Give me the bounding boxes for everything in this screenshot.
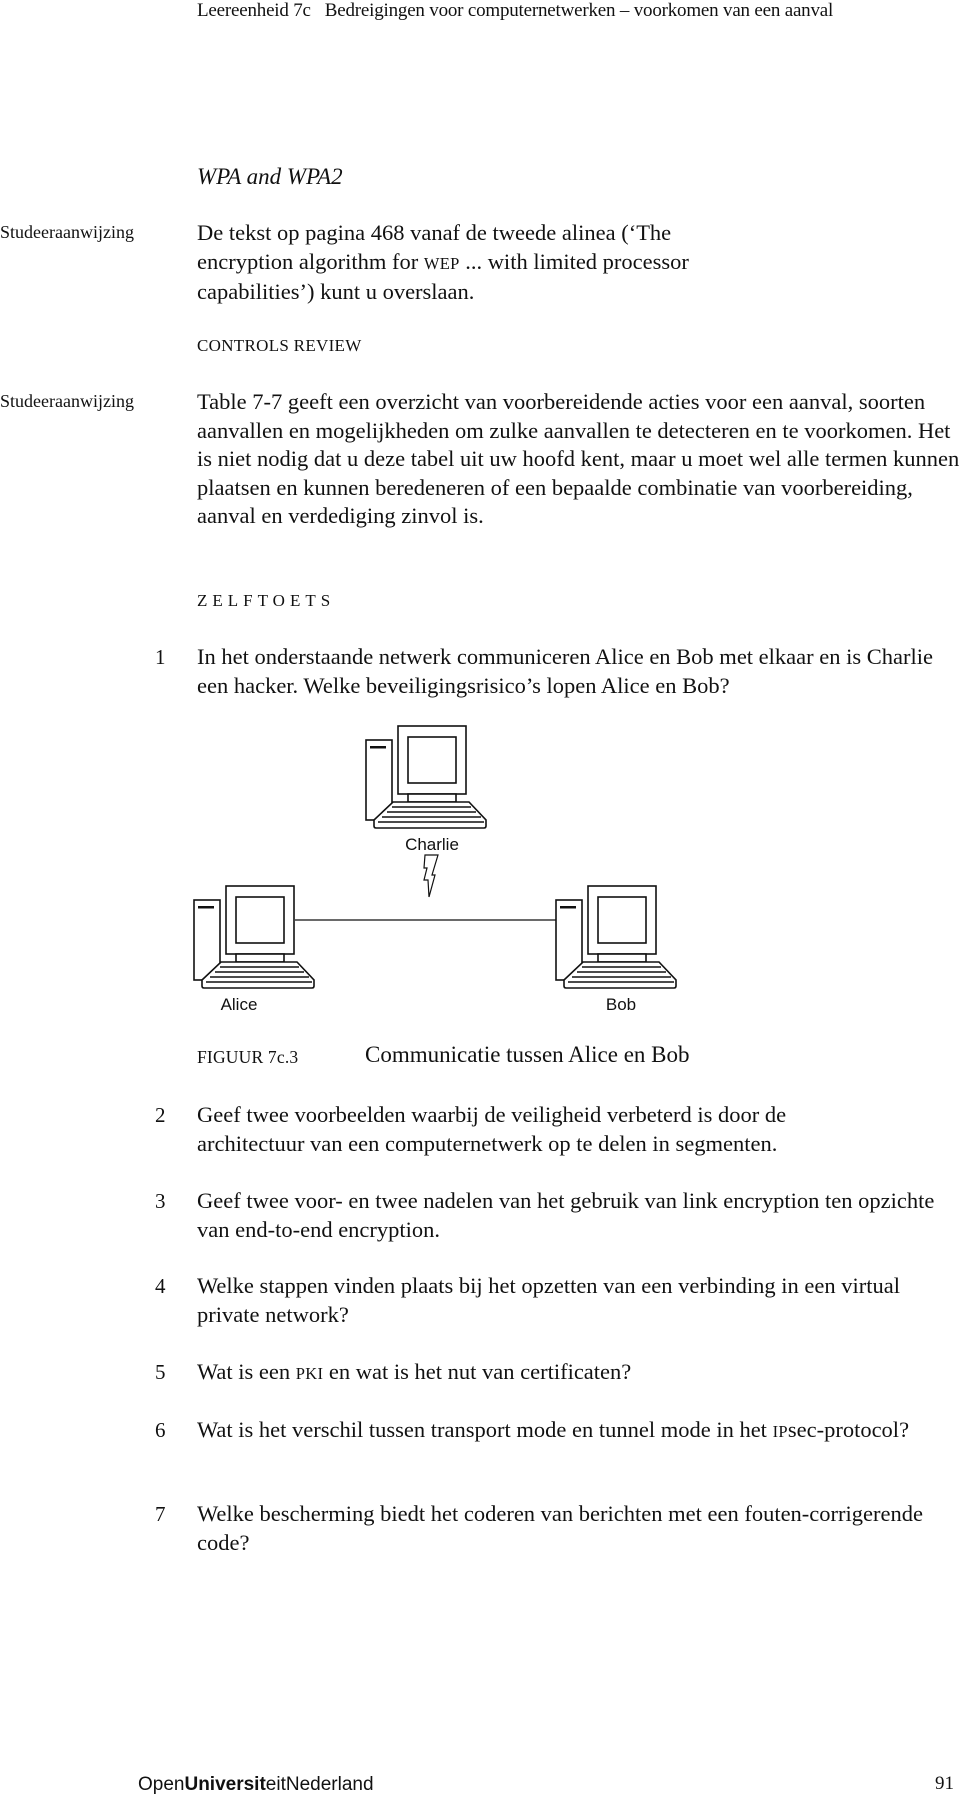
section-title: WPA and WPA2	[197, 164, 343, 189]
unit-label: Leereenheid 7c	[197, 0, 311, 21]
page-number: 91	[935, 1773, 954, 1794]
charlie-computer-icon	[365, 725, 487, 829]
question-number: 6	[155, 1418, 166, 1442]
charlie-label: Charlie	[405, 835, 459, 854]
question-text: Welke bescherming biedt het coderen van …	[197, 1501, 923, 1555]
question-number: 5	[155, 1360, 166, 1384]
question-number: 2	[155, 1103, 166, 1127]
acronym-ip: IP	[772, 1422, 788, 1441]
margin-note-study-hint: Studeeraanwijzing	[0, 222, 134, 242]
study-note-text: Table 7-7 geeft een overzicht van voorbe…	[197, 389, 960, 528]
subheading-controls-review: CONTROLS REVIEW	[197, 336, 362, 355]
bob-label: Bob	[606, 995, 636, 1014]
acronym-pki: PKI	[295, 1364, 324, 1383]
question-text: Geef twee voorbeelden waarbij de veiligh…	[197, 1102, 787, 1156]
acronym-wep: WEP	[423, 253, 460, 273]
question-number: 7	[155, 1502, 166, 1526]
question-text: Wat is een PKI en wat is het nut van cer…	[197, 1359, 632, 1384]
question-text: Wat is het verschil tussen transport mod…	[197, 1417, 910, 1442]
study-note-text: De tekst op pagina 468 vanaf de tweede a…	[197, 220, 689, 304]
running-header: Leereenheid 7c Bedreigingen voor computer…	[197, 0, 833, 22]
figure-caption-text: Communicatie tussen Alice en Bob	[365, 1042, 690, 1067]
margin-note-study-hint: Studeeraanwijzing	[0, 391, 134, 411]
question-text: In het onderstaande netwerk communiceren…	[197, 644, 933, 698]
alice-computer-icon	[193, 885, 315, 989]
question-text: Geef twee voor- en twee nadelen van het …	[197, 1188, 935, 1242]
figure-caption-label: FIGUUR 7c.3	[197, 1047, 299, 1067]
open-universiteit-logo: OpenUniversiteitNederland	[138, 1774, 374, 1795]
question-number: 1	[155, 645, 166, 669]
question-text: Welke stappen vinden plaats bij het opze…	[197, 1273, 900, 1327]
network-figure: Charlie Alice Bob	[193, 725, 677, 1014]
selftest-heading: ZELFTOETS	[197, 591, 336, 610]
lightning-bolt-icon	[423, 854, 439, 898]
alice-label: Alice	[221, 995, 258, 1014]
bob-computer-icon	[555, 885, 677, 989]
unit-title: Bedreigingen voor computernetwerken – vo…	[324, 0, 834, 21]
question-number: 4	[155, 1274, 166, 1298]
question-number: 3	[155, 1189, 166, 1213]
